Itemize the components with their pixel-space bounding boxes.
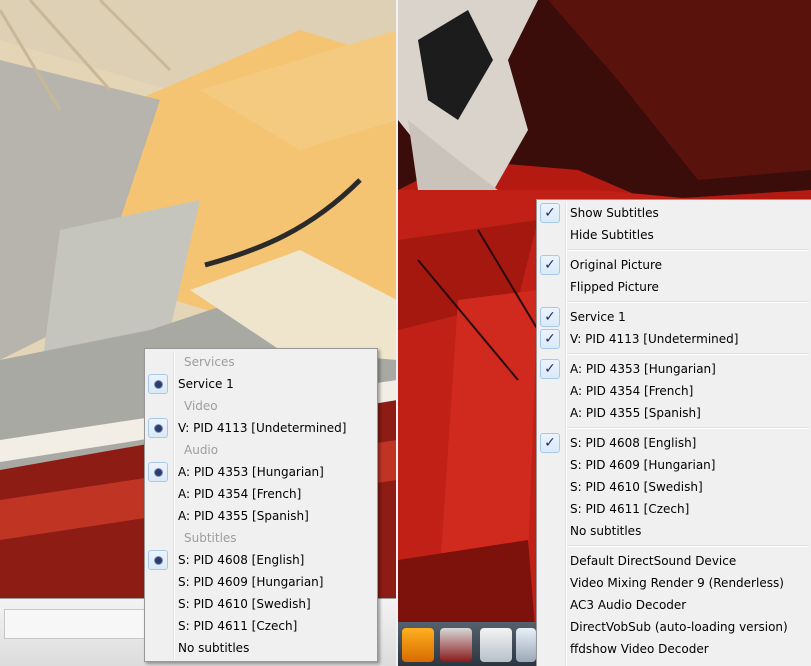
menu-item-label: V: PID 4113 [Undetermined] (570, 332, 739, 346)
radio-dot-icon (148, 374, 168, 394)
menu-item-label: Service 1 (570, 310, 626, 324)
menu-item-label: No subtitles (178, 641, 250, 655)
menu-item-s-pid-4608-english[interactable]: S: PID 4608 [English] (145, 549, 377, 571)
menu-item-label: Show Subtitles (570, 206, 659, 220)
media-player-icon[interactable] (440, 628, 472, 662)
menu-item-a-pid-4355-spanish[interactable]: A: PID 4355 [Spanish] (537, 402, 811, 424)
menu-item-label: Audio (184, 443, 219, 457)
menu-item-label: DirectVobSub (auto-loading version) (570, 620, 788, 634)
menu-item-label: S: PID 4608 [English] (570, 436, 697, 450)
menu-item-label: A: PID 4354 [French] (570, 384, 694, 398)
menu-header-subtitles: Subtitles (145, 527, 377, 549)
radio-dot-icon (148, 462, 168, 482)
menu-item-label: No subtitles (570, 524, 642, 538)
menu-item-ac3-audio-decoder[interactable]: AC3 Audio Decoder (537, 594, 811, 616)
menu-item-label: A: PID 4355 [Spanish] (570, 406, 701, 420)
menu-item-label: Default DirectSound Device (570, 554, 737, 568)
menu-item-label: V: PID 4113 [Undetermined] (178, 421, 347, 435)
radio-dot-icon (148, 550, 168, 570)
display-icon[interactable] (480, 628, 512, 662)
menu-item-s-pid-4611-czech[interactable]: S: PID 4611 [Czech] (537, 498, 811, 520)
menu-item-no-subtitles[interactable]: No subtitles (145, 637, 377, 659)
menu-separator (537, 246, 811, 254)
menu-separator (537, 424, 811, 432)
taskbar (398, 622, 538, 666)
menu-item-video-mixing-render-9-renderless[interactable]: Video Mixing Render 9 (Renderless) (537, 572, 811, 594)
menu-item-s-pid-4611-czech[interactable]: S: PID 4611 [Czech] (145, 615, 377, 637)
menu-item-s-pid-4610-swedish[interactable]: S: PID 4610 [Swedish] (145, 593, 377, 615)
menu-item-label: S: PID 4610 [Swedish] (178, 597, 311, 611)
checkmark-icon: ✓ (540, 329, 560, 349)
menu-item-service-1[interactable]: Service 1 (145, 373, 377, 395)
menu-item-label: A: PID 4355 [Spanish] (178, 509, 309, 523)
checkmark-icon: ✓ (540, 359, 560, 379)
checkmark-icon: ✓ (540, 255, 560, 275)
menu-item-original-picture[interactable]: ✓ Original Picture (537, 254, 811, 276)
menu-item-s-pid-4608-english[interactable]: ✓ S: PID 4608 [English] (537, 432, 811, 454)
menu-item-ffdshow-video-decoder[interactable]: ffdshow Video Decoder (537, 638, 811, 660)
menu-item-hide-subtitles[interactable]: Hide Subtitles (537, 224, 811, 246)
menu-item-no-subtitles[interactable]: No subtitles (537, 520, 811, 542)
stream-context-menu: Services Service 1 Video V: PID 4113 [Undet… (144, 348, 378, 662)
menu-item-label: Service 1 (178, 377, 234, 391)
menu-item-label: Services (184, 355, 235, 369)
menu-item-s-pid-4609-hungarian[interactable]: S: PID 4609 [Hungarian] (537, 454, 811, 476)
menu-item-label: A: PID 4353 [Hungarian] (570, 362, 716, 376)
menu-item-label: Subtitles (184, 531, 237, 545)
menu-item-label: Video (184, 399, 218, 413)
menu-item-label: S: PID 4609 [Hungarian] (178, 575, 324, 589)
vlc-icon[interactable] (402, 628, 434, 662)
menu-item-label: Original Picture (570, 258, 663, 272)
menu-item-v-pid-4113-undetermined[interactable]: V: PID 4113 [Undetermined] (145, 417, 377, 439)
menu-item-flipped-picture[interactable]: Flipped Picture (537, 276, 811, 298)
menu-item-label: S: PID 4611 [Czech] (178, 619, 298, 633)
menu-item-directvobsub-auto-loading-version[interactable]: DirectVobSub (auto-loading version) (537, 616, 811, 638)
menu-separator (537, 298, 811, 306)
menu-item-label: A: PID 4354 [French] (178, 487, 302, 501)
checkmark-icon: ✓ (540, 203, 560, 223)
menu-item-a-pid-4355-spanish[interactable]: A: PID 4355 [Spanish] (145, 505, 377, 527)
menu-header-audio: Audio (145, 439, 377, 461)
menu-item-label: Video Mixing Render 9 (Renderless) (570, 576, 784, 590)
menu-item-a-pid-4353-hungarian[interactable]: ✓ A: PID 4353 [Hungarian] (537, 358, 811, 380)
menu-item-default-directsound-device[interactable]: Default DirectSound Device (537, 550, 811, 572)
menu-header-video: Video (145, 395, 377, 417)
checkmark-icon: ✓ (540, 433, 560, 453)
menu-item-label: Hide Subtitles (570, 228, 654, 242)
menu-item-label: S: PID 4611 [Czech] (570, 502, 690, 516)
menu-item-label: S: PID 4608 [English] (178, 553, 305, 567)
menu-item-a-pid-4354-french[interactable]: A: PID 4354 [French] (537, 380, 811, 402)
radio-dot-icon (148, 418, 168, 438)
player-context-menu: ✓ Show Subtitles Hide Subtitles ✓ Original P… (536, 199, 811, 666)
menu-item-service-1[interactable]: ✓ Service 1 (537, 306, 811, 328)
menu-item-v-pid-4113-undetermined[interactable]: ✓ V: PID 4113 [Undetermined] (537, 328, 811, 350)
menu-header-services: Services (145, 351, 377, 373)
menu-separator (537, 350, 811, 358)
menu-item-a-pid-4353-hungarian[interactable]: A: PID 4353 [Hungarian] (145, 461, 377, 483)
menu-item-label: S: PID 4609 [Hungarian] (570, 458, 716, 472)
checkmark-icon: ✓ (540, 307, 560, 327)
menu-item-label: A: PID 4353 [Hungarian] (178, 465, 324, 479)
menu-item-label: AC3 Audio Decoder (570, 598, 687, 612)
menu-item-label: S: PID 4610 [Swedish] (570, 480, 703, 494)
calendar-icon[interactable] (516, 628, 536, 662)
menu-item-s-pid-4610-swedish[interactable]: S: PID 4610 [Swedish] (537, 476, 811, 498)
menu-item-show-subtitles[interactable]: ✓ Show Subtitles (537, 202, 811, 224)
menu-item-a-pid-4354-french[interactable]: A: PID 4354 [French] (145, 483, 377, 505)
menu-item-s-pid-4609-hungarian[interactable]: S: PID 4609 [Hungarian] (145, 571, 377, 593)
menu-item-label: Flipped Picture (570, 280, 659, 294)
menu-separator (537, 542, 811, 550)
menu-item-label: ffdshow Video Decoder (570, 642, 709, 656)
